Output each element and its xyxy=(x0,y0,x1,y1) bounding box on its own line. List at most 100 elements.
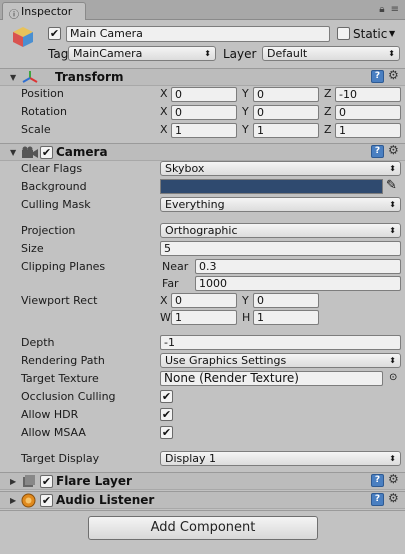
allow-hdr-checkbox[interactable]: ✔ xyxy=(160,408,173,421)
axis-x-label[interactable]: X xyxy=(160,87,168,100)
target-display-value: Display 1 xyxy=(165,452,217,465)
axis-z-label[interactable]: Z xyxy=(324,123,332,136)
tag-label: Tag xyxy=(48,47,69,61)
active-checkbox[interactable]: ✔ xyxy=(48,27,61,40)
fold-arrow-icon[interactable]: ▶ xyxy=(10,477,16,486)
transform-icon xyxy=(22,70,38,84)
chevron-down-icon: ⬍ xyxy=(388,49,395,58)
static-dropdown-icon[interactable]: ▼ xyxy=(389,29,395,38)
rotation-x-input[interactable]: 0 xyxy=(171,105,237,120)
viewport-y-input[interactable]: 0 xyxy=(253,293,319,308)
depth-label: Depth xyxy=(21,336,55,349)
axis-z-label[interactable]: Z xyxy=(324,87,332,100)
layer-dropdown[interactable]: Default ⬍ xyxy=(262,46,400,61)
target-display-label: Target Display xyxy=(21,452,100,465)
help-icon[interactable]: ? xyxy=(371,145,384,158)
projection-label: Projection xyxy=(21,224,76,237)
help-icon[interactable]: ? xyxy=(371,474,384,487)
position-z-input[interactable]: -10 xyxy=(335,87,401,102)
target-display-dropdown[interactable]: Display 1 ⬍ xyxy=(160,451,401,466)
gear-icon[interactable]: ⚙ xyxy=(388,491,399,505)
target-texture-field[interactable]: None (Render Texture) xyxy=(160,371,383,386)
far-input[interactable]: 1000 xyxy=(195,276,401,291)
culling-mask-dropdown[interactable]: Everything ⬍ xyxy=(160,197,401,212)
position-y-input[interactable]: 0 xyxy=(253,87,319,102)
gear-icon[interactable]: ⚙ xyxy=(388,143,399,157)
lock-icon[interactable]: 🔒︎ xyxy=(379,4,384,15)
fold-arrow-icon[interactable]: ▼ xyxy=(10,148,16,157)
depth-input[interactable]: -1 xyxy=(160,335,401,350)
tab-inspector[interactable]: ⓘ Inspector xyxy=(2,2,86,21)
help-icon[interactable]: ? xyxy=(371,70,384,83)
tag-value: MainCamera xyxy=(73,47,143,60)
chevron-down-icon: ⬍ xyxy=(389,200,396,209)
viewport-h-input[interactable]: 1 xyxy=(253,310,319,325)
near-label[interactable]: Near xyxy=(162,260,188,273)
fold-arrow-icon[interactable]: ▶ xyxy=(10,496,16,505)
camera-title: Camera xyxy=(56,145,108,159)
position-label: Position xyxy=(21,87,64,100)
viewport-h-label[interactable]: H xyxy=(242,311,250,324)
viewport-x-input[interactable]: 0 xyxy=(171,293,237,308)
audio-listener-icon xyxy=(21,493,36,508)
axis-y-label[interactable]: Y xyxy=(242,105,249,118)
chevron-down-icon: ⬍ xyxy=(204,49,211,58)
object-picker-icon[interactable]: ⊙ xyxy=(389,372,397,383)
audio-listener-enabled-checkbox[interactable]: ✔ xyxy=(40,494,53,507)
rotation-z-input[interactable]: 0 xyxy=(335,105,401,120)
gear-icon[interactable]: ⚙ xyxy=(388,68,399,82)
viewport-x-label[interactable]: X xyxy=(160,294,168,307)
size-label: Size xyxy=(21,242,44,255)
scale-z-input[interactable]: 1 xyxy=(335,123,401,138)
size-input[interactable]: 5 xyxy=(160,241,401,256)
add-component-button[interactable]: Add Component xyxy=(88,516,318,540)
axis-y-label[interactable]: Y xyxy=(242,123,249,136)
flare-layer-title: Flare Layer xyxy=(56,474,132,488)
fold-arrow-icon[interactable]: ▼ xyxy=(10,73,16,82)
occlusion-culling-label: Occlusion Culling xyxy=(21,390,116,403)
clear-flags-dropdown[interactable]: Skybox ⬍ xyxy=(160,161,401,176)
tag-dropdown[interactable]: MainCamera ⬍ xyxy=(68,46,216,61)
chevron-down-icon: ⬍ xyxy=(389,164,396,173)
gear-icon[interactable]: ⚙ xyxy=(388,472,399,486)
rotation-y-input[interactable]: 0 xyxy=(253,105,319,120)
inspector-tabbar: ⓘ Inspector 🔒︎ ≡ xyxy=(0,0,405,21)
clipping-planes-label: Clipping Planes xyxy=(21,260,106,273)
allow-msaa-checkbox[interactable]: ✔ xyxy=(160,426,173,439)
chevron-down-icon: ⬍ xyxy=(389,356,396,365)
scale-x-input[interactable]: 1 xyxy=(171,123,237,138)
viewport-rect-label: Viewport Rect xyxy=(21,294,98,307)
flare-layer-icon xyxy=(22,475,36,488)
background-label: Background xyxy=(21,180,87,193)
audio-listener-title: Audio Listener xyxy=(56,493,155,507)
occlusion-culling-checkbox[interactable]: ✔ xyxy=(160,390,173,403)
projection-value: Orthographic xyxy=(165,224,238,237)
help-icon[interactable]: ? xyxy=(371,493,384,506)
static-checkbox[interactable] xyxy=(337,27,350,40)
rendering-path-dropdown[interactable]: Use Graphics Settings ⬍ xyxy=(160,353,401,368)
axis-x-label[interactable]: X xyxy=(160,123,168,136)
menu-icon[interactable]: ≡ xyxy=(391,4,399,15)
axis-x-label[interactable]: X xyxy=(160,105,168,118)
projection-dropdown[interactable]: Orthographic ⬍ xyxy=(160,223,401,238)
camera-icon xyxy=(21,146,39,159)
camera-enabled-checkbox[interactable]: ✔ xyxy=(40,146,53,159)
near-input[interactable]: 0.3 xyxy=(195,259,401,274)
scale-y-input[interactable]: 1 xyxy=(253,123,319,138)
viewport-y-label[interactable]: Y xyxy=(242,294,249,307)
clear-flags-label: Clear Flags xyxy=(21,162,83,175)
viewport-w-label[interactable]: W xyxy=(160,311,171,324)
axis-y-label[interactable]: Y xyxy=(242,87,249,100)
position-x-input[interactable]: 0 xyxy=(171,87,237,102)
viewport-w-input[interactable]: 1 xyxy=(171,310,237,325)
static-label: Static xyxy=(353,27,388,41)
axis-z-label[interactable]: Z xyxy=(324,105,332,118)
object-name-input[interactable]: Main Camera xyxy=(66,26,330,42)
eyedropper-icon[interactable]: ✎ xyxy=(386,178,397,193)
chevron-down-icon: ⬍ xyxy=(389,454,396,463)
gameobject-icon xyxy=(12,26,34,48)
far-label[interactable]: Far xyxy=(162,277,179,290)
background-color-swatch[interactable] xyxy=(160,179,383,194)
flare-layer-enabled-checkbox[interactable]: ✔ xyxy=(40,475,53,488)
chevron-down-icon: ⬍ xyxy=(389,226,396,235)
